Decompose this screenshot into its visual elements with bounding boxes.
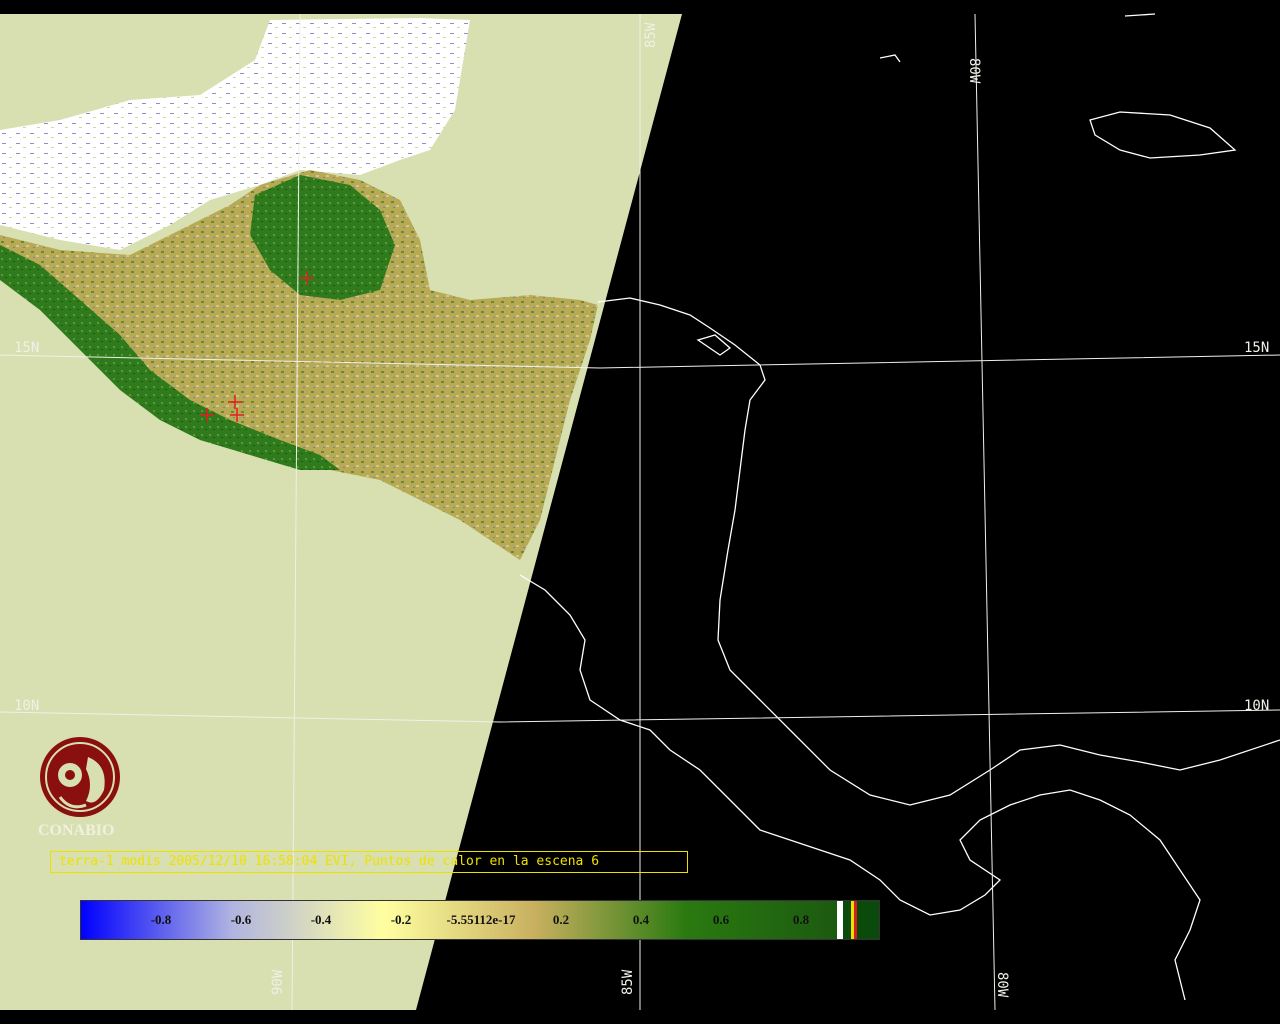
lon-label-85w-top: 85W <box>643 22 659 48</box>
logo-name: CONABIO <box>38 822 115 839</box>
colorbar-end-swatch <box>843 901 851 939</box>
colorbar-tick-label: 0.2 <box>552 912 570 927</box>
lon-label-90w-bottom: 90W <box>270 969 286 995</box>
colorbar-tick-label: -0.6 <box>230 912 252 927</box>
colorbar-tick-label: -0.8 <box>150 912 172 927</box>
colorbar-end-swatch <box>857 901 879 939</box>
lat-label-15n-left: 15N <box>14 340 39 356</box>
colorbar-tick-label: -0.4 <box>310 912 332 927</box>
lon-label-80w-top: 80W <box>966 58 982 84</box>
colorbar-tick-label: -0.2 <box>390 912 412 927</box>
lon-label-80w-bottom: 80W <box>994 972 1010 998</box>
colorbar-legend: -0.8 -0.6 -0.4 -0.2 -5.55112e-17 0.2 0.4 0.6 0.8 <box>80 900 880 940</box>
scene-caption: terra-1 modis 2005/12/10 16:58:04 EVI, P… <box>50 851 688 873</box>
lat-label-15n-right: 15N <box>1244 340 1269 356</box>
map-viewer: 15N 15N 10N 10N 85W 80W 90W 85W 80W CONA… <box>0 0 1280 1024</box>
colorbar-tick-label: -5.55112e-17 <box>446 912 516 927</box>
lat-label-10n-left: 10N <box>14 698 39 714</box>
lat-label-10n-right: 10N <box>1244 698 1269 714</box>
lon-label-85w-bottom: 85W <box>620 969 636 995</box>
colorbar-tick-label: 0.4 <box>632 912 650 927</box>
colorbar-tick-label: 0.8 <box>792 912 810 927</box>
colorbar-tick-label: 0.6 <box>712 912 730 927</box>
